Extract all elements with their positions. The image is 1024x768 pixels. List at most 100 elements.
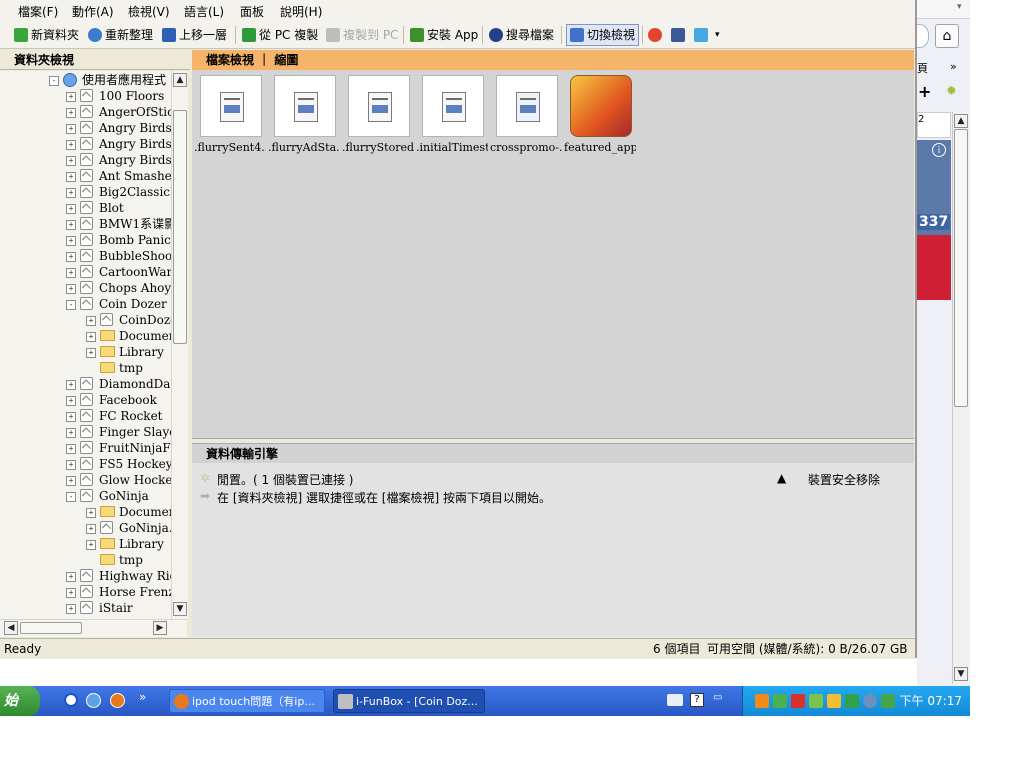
expand-icon[interactable]: + [66,428,76,438]
collapse-icon[interactable]: - [66,300,76,310]
show-desktop-icon[interactable] [64,693,78,707]
expand-icon[interactable]: + [86,540,96,550]
tree-node[interactable]: - 使用者應用程式 [0,72,171,88]
copy-from-pc-button[interactable]: 從 PC 複製 [242,25,318,45]
tree-node[interactable]: +100 Floors [0,88,171,104]
scroll-up-arrow-icon[interactable]: ▲ [954,114,968,128]
expand-icon[interactable]: + [66,396,76,406]
refresh-button[interactable]: 重新整理 [88,25,153,45]
tree-node[interactable]: + Highway Rider [0,568,171,584]
tree-node[interactable]: + Chops Ahoy [0,280,171,296]
dropdown-arrow-icon[interactable]: ▾ [957,2,962,12]
expand-icon[interactable]: + [66,252,76,262]
tree-node[interactable]: + FS5 Hockey [0,456,171,472]
tree-node[interactable]: + Facebook [0,392,171,408]
toolbar-overflow-button[interactable]: ▾ [715,25,720,45]
start-button[interactable]: 始 [0,686,40,716]
file-item[interactable]: .flurryAdSta... [268,75,340,165]
expand-icon[interactable]: + [66,572,76,582]
tray-pdf-icon[interactable] [791,694,805,708]
chevron-right-icon[interactable]: » [950,60,957,73]
tree-node[interactable]: + Big2ClassicFre [0,184,171,200]
expand-icon[interactable]: + [66,604,76,614]
tree-node[interactable]: + Finger Slayer [0,424,171,440]
tree-node[interactable]: + Bomb Panic [0,232,171,248]
weibo-button[interactable] [648,25,665,45]
tray-shield-icon[interactable] [881,694,895,708]
menu-file[interactable]: 檔案(F) [18,3,58,20]
tree-node[interactable]: + Ant Smasher [0,168,171,184]
expand-icon[interactable]: + [86,316,96,326]
scroll-right-arrow-icon[interactable]: ▶ [153,621,167,635]
tree-node[interactable]: - GoNinja [0,488,171,504]
browser-vertical-scrollbar[interactable]: ▲ ▼ [952,112,970,684]
expand-icon[interactable]: + [66,92,76,102]
scroll-down-arrow-icon[interactable]: ▼ [173,602,187,616]
tree-node[interactable]: + Glow Hockey [0,472,171,488]
file-item[interactable]: .flurryStored... [342,75,414,165]
tree-node[interactable]: tmp [0,360,171,376]
keyboard-icon[interactable] [667,694,683,706]
quicklaunch-overflow-icon[interactable]: » [139,690,146,704]
expand-icon[interactable]: + [66,444,76,454]
scroll-left-arrow-icon[interactable]: ◀ [4,621,18,635]
expand-icon[interactable]: + [66,268,76,278]
taskbar-item-ifunbox[interactable]: i-FunBox - [Coin Doz... [333,689,485,713]
tree-node[interactable]: + Blot [0,200,171,216]
ie-icon[interactable] [86,693,101,708]
menu-panel[interactable]: 面板 [240,3,264,20]
folder-tree-horizontal-scrollbar[interactable]: ◀ ▶ [0,619,187,637]
expand-icon[interactable]: + [66,156,76,166]
menu-action[interactable]: 動作(A) [72,3,114,20]
tree-node[interactable]: + Documents [0,504,171,520]
expand-icon[interactable]: + [66,220,76,230]
tree-node[interactable]: + Library [0,344,171,360]
file-item[interactable]: .initialTimest... [416,75,488,165]
menu-view[interactable]: 檢視(V) [128,3,170,20]
tree-node[interactable]: + iStair [0,600,171,616]
tree-node[interactable]: + BubbleShooter [0,248,171,264]
tree-node[interactable]: + Library [0,536,171,552]
hscrollbar-thumb[interactable] [20,622,82,634]
tree-node[interactable]: - Coin Dozer [0,296,171,312]
expand-icon[interactable]: + [66,172,76,182]
safe-remove-button[interactable]: 裝置安全移除 [808,471,880,488]
menu-help[interactable]: 說明(H) [280,3,322,20]
info-icon[interactable]: i [932,143,946,157]
search-files-button[interactable]: 搜尋檔案 [489,25,554,45]
add-icon[interactable]: + [918,82,931,101]
tree-node[interactable]: + Angry Birds [0,120,171,136]
tree-node[interactable]: + FC Rocket [0,408,171,424]
tree-node[interactable]: + GoNinja.ap [0,520,171,536]
twitter-button[interactable] [694,25,711,45]
new-folder-button[interactable]: 新資料夾 [14,25,79,45]
expand-icon[interactable]: + [86,508,96,518]
expand-icon[interactable]: + [66,380,76,390]
facebook-button[interactable] [671,25,688,45]
scroll-up-arrow-icon[interactable]: ▲ [173,73,187,87]
tree-node[interactable]: + BMW1系谍影 [0,216,171,232]
expand-icon[interactable]: + [66,108,76,118]
expand-icon[interactable]: + [66,124,76,134]
help-icon[interactable]: ? [690,693,704,707]
tray-network-icon[interactable] [809,694,823,708]
file-item[interactable]: crosspromo-... [490,75,562,165]
language-bar-icon[interactable]: ▭ [713,692,722,703]
tree-node[interactable]: + CoinDozer [0,312,171,328]
expand-icon[interactable]: + [66,140,76,150]
tray-app-icon[interactable] [755,694,769,708]
collapse-icon[interactable]: - [66,492,76,502]
expand-icon[interactable]: + [66,476,76,486]
refresh-icon[interactable] [917,24,929,48]
expand-icon[interactable]: + [66,284,76,294]
expand-icon[interactable]: + [66,588,76,598]
expand-icon[interactable]: + [66,188,76,198]
tree-node[interactable]: + Horse Frenzy [0,584,171,600]
expand-icon[interactable]: + [66,236,76,246]
tree-node[interactable]: + CartoonWars I [0,264,171,280]
menu-language[interactable]: 語言(L) [184,3,224,20]
tree-node[interactable]: + FruitNinjaFree [0,440,171,456]
tray-update-icon[interactable] [863,694,877,708]
tree-node[interactable]: + Angry Birds [0,152,171,168]
up-level-button[interactable]: 上移一層 [162,25,227,45]
